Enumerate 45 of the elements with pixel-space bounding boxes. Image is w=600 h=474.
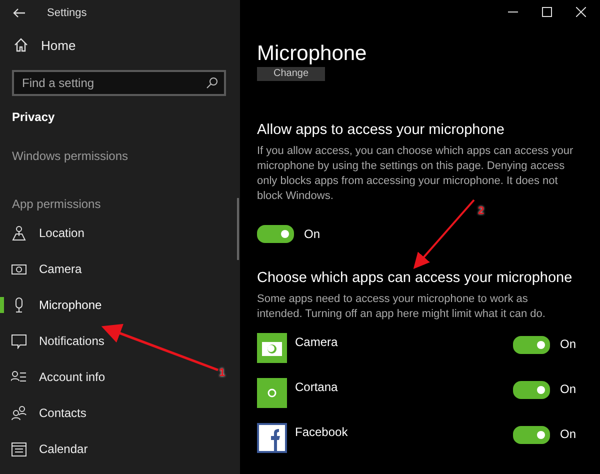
section-heading: Choose which apps can access your microphone (257, 269, 574, 287)
section-title: Privacy (11, 109, 56, 126)
search-icon (206, 77, 218, 89)
nav-item[interactable]: Location (0, 215, 92, 251)
nav-item[interactable]: Camera (0, 251, 90, 287)
home-link[interactable]: Home (0, 25, 240, 56)
toggle-label: On (304, 227, 320, 241)
window-title: Settings (47, 6, 87, 18)
app-name: Facebook (294, 424, 349, 439)
close-icon[interactable] (576, 7, 586, 17)
description-text: Some apps need to access your microphone to work as intended. Turning off an app here might limit what it can do. (257, 292, 546, 322)
toggle-switch[interactable] (512, 381, 550, 399)
nav-item[interactable]: Microphone (0, 287, 110, 323)
home-icon (14, 38, 28, 52)
section-heading: Allow apps to access your microphone (257, 121, 506, 139)
description-text: If you allow access, you can choose which apps can access your microphone by using the settings on this page. Denying access only blocks apps from accessing your microphone. It does not block Windows. (257, 144, 574, 204)
scroll-bar[interactable] (237, 198, 239, 260)
toggle-switch[interactable] (512, 336, 550, 354)
maximize-icon[interactable] (542, 7, 552, 17)
group-label: Windows permissions (11, 149, 130, 165)
people-icon (11, 405, 27, 421)
annotation-number: 1 (219, 367, 226, 379)
nav-item[interactable]: Calendar (0, 431, 96, 467)
toggle-switch[interactable] (512, 426, 550, 444)
toggle-label: On (560, 381, 576, 396)
search-field[interactable]: Find a setting (12, 70, 226, 96)
toggle-label: On (560, 426, 576, 441)
camera-icon (257, 333, 287, 363)
calendar-icon (11, 441, 27, 457)
location-icon (11, 225, 27, 241)
nav-item[interactable]: Contacts (0, 395, 94, 431)
app-name: Cortana (294, 379, 339, 394)
annotation-arrow (413, 199, 475, 269)
page-title: Microphone (257, 41, 368, 67)
toggle-label: On (560, 336, 576, 351)
letter-f-icon (257, 423, 287, 453)
back-icon[interactable] (13, 8, 25, 18)
app-name: Camera (294, 334, 339, 349)
annotation-number: 2 (478, 205, 484, 217)
nav-item[interactable]: Notifications (0, 323, 112, 359)
group-label: App permissions (11, 197, 102, 213)
change-button[interactable]: Change (257, 67, 325, 81)
toggle-switch[interactable] (257, 225, 294, 243)
speech-bubble-icon (11, 333, 27, 349)
nav-item[interactable]: Account info (0, 359, 114, 395)
